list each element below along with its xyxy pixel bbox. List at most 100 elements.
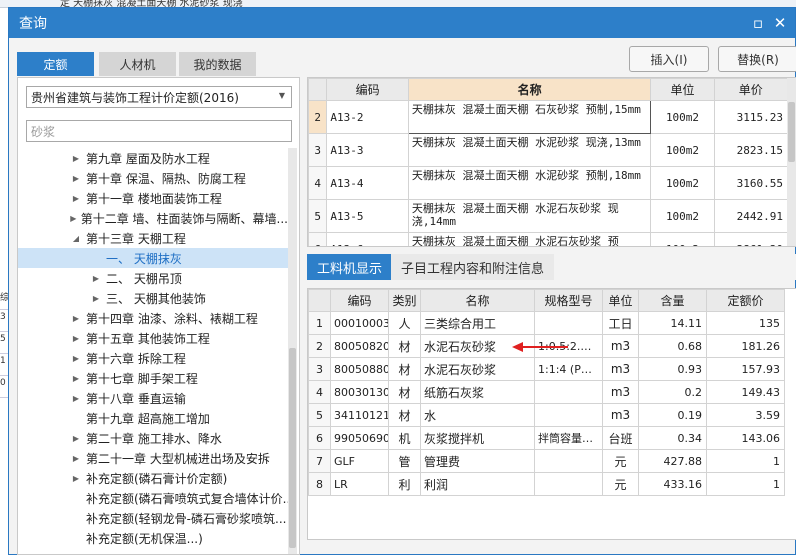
material-price: 143.06 [706, 426, 785, 450]
chevron-down-icon[interactable]: ▼ [279, 91, 285, 100]
table-row[interactable]: 1 00010003 人三类综合用工 工日 14.11 135 [308, 311, 785, 335]
tree-node-label: 补充定额(磷石膏喷筑式复合墙体计价... [86, 491, 288, 506]
quota-header-name[interactable]: 名称 [407, 78, 652, 101]
material-header-unit[interactable]: 单位 [602, 289, 639, 312]
material-header-name[interactable]: 名称 [420, 289, 535, 312]
row-number: 4 [308, 166, 328, 200]
material-name: 水 [420, 403, 535, 427]
table-row[interactable]: 5 34110121 材水 m3 0.19 3.59 [308, 403, 785, 427]
tree-node[interactable]: ▶ 第十七章 脚手架工程 [18, 368, 288, 388]
material-qty: 14.11 [638, 311, 707, 335]
tab-material-display[interactable]: 工料机显示 [307, 254, 393, 280]
table-row[interactable]: 4 80030130 材纸筋石灰浆 m3 0.2 149.43 [308, 380, 785, 404]
chevron-right-icon[interactable]: ▶ [70, 394, 82, 403]
tree-node[interactable]: ▶ 二、 天棚吊顶 [18, 268, 288, 288]
row-number: 4 [308, 380, 331, 404]
material-category: 管 [388, 449, 421, 473]
tree-node[interactable]: ▶ 第十二章 墙、柱面装饰与隔断、幕墙... [18, 208, 288, 228]
chevron-right-icon[interactable]: ▶ [70, 354, 82, 363]
tree-scrollbar[interactable] [288, 148, 297, 554]
chevron-right-icon[interactable]: ▶ [90, 294, 102, 303]
table-row[interactable]: 3 A13-3 天棚抹灰 混凝土面天棚 水泥砂浆 现浇,13mm 100m2 2823.… [308, 133, 789, 167]
quota-header-code[interactable]: 编码 [326, 78, 409, 101]
chevron-right-icon[interactable]: ▶ [70, 454, 82, 463]
chevron-right-icon[interactable]: ▶ [70, 174, 82, 183]
chevron-right-icon[interactable]: ▶ [70, 214, 77, 223]
table-row[interactable]: 3 80050880 材水泥石灰砂浆 1:1:4 (P… m3 0.93 157.93 [308, 357, 785, 381]
tree-node[interactable]: ▶ 第十六章 拆除工程 [18, 348, 288, 368]
chevron-right-icon[interactable]: ▶ [90, 274, 102, 283]
table-row[interactable]: 2 A13-2 天棚抹灰 混凝土面天棚 石灰砂浆 预制,15mm 100m2 3115.… [308, 100, 789, 134]
tree-node[interactable]: ▶ 第十五章 其他装饰工程 [18, 328, 288, 348]
quota-library-select[interactable]: 贵州省建筑与装饰工程计价定额(2016) ▼ [26, 86, 292, 108]
row-number: 1 [308, 311, 331, 335]
table-row[interactable]: 5 A13-5 天棚抹灰 混凝土面天棚 水泥石灰砂浆 现浇,14mm 100m2 244… [308, 199, 789, 233]
tree-node[interactable]: 一、 天棚抹灰 [18, 248, 288, 268]
chevron-down-icon[interactable]: ◢ [70, 234, 82, 243]
tree-node[interactable]: ▶ 三、 天棚其他装饰 [18, 288, 288, 308]
tree-node[interactable]: ▶ 第二十章 施工排水、降水 [18, 428, 288, 448]
quota-unit: 100m2 [650, 100, 715, 134]
tab-quota[interactable]: 定额 [17, 52, 94, 76]
chevron-right-icon[interactable]: ▶ [70, 334, 82, 343]
tree-node[interactable]: 补充定额(磷石膏喷筑式复合墙体计价... [18, 488, 288, 508]
tree-node[interactable]: ▶ 补充定额(磷石膏计价定额) [18, 468, 288, 488]
tree-node-label: 第十五章 其他装饰工程 [86, 331, 210, 346]
tab-labor-material-machine[interactable]: 人材机 [99, 52, 176, 76]
quota-table-scrollbar-thumb[interactable] [788, 102, 795, 162]
material-spec [534, 311, 603, 335]
material-price: 1 [706, 449, 785, 473]
quota-header-price[interactable]: 单价 [713, 78, 789, 101]
table-row[interactable]: 4 A13-4 天棚抹灰 混凝土面天棚 水泥砂浆 预制,18mm 100m2 3160.… [308, 166, 789, 200]
search-input[interactable]: 砂浆 [26, 120, 292, 142]
insert-button[interactable]: 插入(I) [629, 46, 709, 72]
quota-name: 天棚抹灰 混凝土面天棚 水泥砂浆 现浇,13mm [407, 133, 652, 167]
chevron-right-icon[interactable]: ▶ [70, 314, 82, 323]
tree-node[interactable]: ▶ 第十八章 垂直运输 [18, 388, 288, 408]
material-price: 181.26 [706, 334, 785, 358]
material-category: 材 [388, 334, 421, 358]
quota-header-unit[interactable]: 单位 [650, 78, 715, 101]
tree-node-label: 第十章 保温、隔热、防腐工程 [86, 171, 246, 186]
table-row[interactable]: 7 GLF 管管理费 元 427.88 1 [308, 449, 785, 473]
material-price: 3.59 [706, 403, 785, 427]
material-spec: 1:1:4 (P… [534, 357, 603, 381]
quota-price: 3160.55 [713, 166, 789, 200]
tab-item-content-notes[interactable]: 子目工程内容和附注信息 [391, 254, 555, 280]
material-qty: 0.2 [638, 380, 707, 404]
chevron-right-icon[interactable]: ▶ [70, 374, 82, 383]
tree-node[interactable]: ▶ 第十四章 油漆、涂料、裱糊工程 [18, 308, 288, 328]
quota-name: 天棚抹灰 混凝土面天棚 水泥石灰砂浆 预 [407, 232, 652, 246]
tree-node[interactable]: ▶ 第十一章 楼地面装饰工程 [18, 188, 288, 208]
tree-node[interactable]: ◢ 第十三章 天棚工程 [18, 228, 288, 248]
table-row[interactable]: 8 LR 利利润 元 433.16 1 [308, 472, 785, 496]
maximize-icon[interactable]: ▫ [747, 12, 769, 34]
tree-node[interactable]: 第十九章 超高施工增加 [18, 408, 288, 428]
tree-node[interactable]: 补充定额(轻钢龙骨-磷石膏砂浆喷筑... [18, 508, 288, 528]
material-header-spec[interactable]: 规格型号 [534, 289, 603, 312]
tree-node[interactable]: 补充定额(无机保温...) [18, 528, 288, 548]
chevron-right-icon[interactable]: ▶ [70, 154, 82, 163]
tree-node[interactable]: ▶ 第十章 保温、隔热、防腐工程 [18, 168, 288, 188]
table-row[interactable]: 6A13-6天棚抹灰 混凝土面天棚 水泥石灰砂浆 预100m22861.30 [308, 232, 789, 246]
material-header-qty[interactable]: 含量 [638, 289, 707, 312]
chevron-right-icon[interactable]: ▶ [70, 474, 82, 483]
replace-button[interactable]: 替换(R) [718, 46, 796, 72]
row-number: 5 [308, 403, 331, 427]
chevron-right-icon[interactable]: ▶ [70, 194, 82, 203]
material-header-category[interactable]: 类别 [388, 289, 421, 312]
material-header-code[interactable]: 编码 [330, 289, 389, 312]
material-unit: 工日 [602, 311, 639, 335]
chevron-right-icon[interactable]: ▶ [70, 434, 82, 443]
tree-node[interactable]: ▶ 第二十一章 大型机械进出场及安拆 [18, 448, 288, 468]
tree-scrollbar-thumb[interactable] [289, 348, 296, 548]
material-code: 00010003 [330, 311, 389, 335]
material-header-price[interactable]: 定额价 [706, 289, 785, 312]
close-icon[interactable]: ✕ [769, 12, 791, 34]
quota-table-scrollbar[interactable] [787, 78, 796, 246]
tab-my-data[interactable]: 我的数据 [179, 52, 256, 76]
tree-node[interactable]: ▶ 第九章 屋面及防水工程 [18, 148, 288, 168]
empty-row [309, 496, 785, 519]
table-row[interactable]: 6 99050690 机灰浆搅拌机 拌筒容量… 台班 0.34 143.06 [308, 426, 785, 450]
tree-node-label: 第十八章 垂直运输 [86, 391, 186, 406]
